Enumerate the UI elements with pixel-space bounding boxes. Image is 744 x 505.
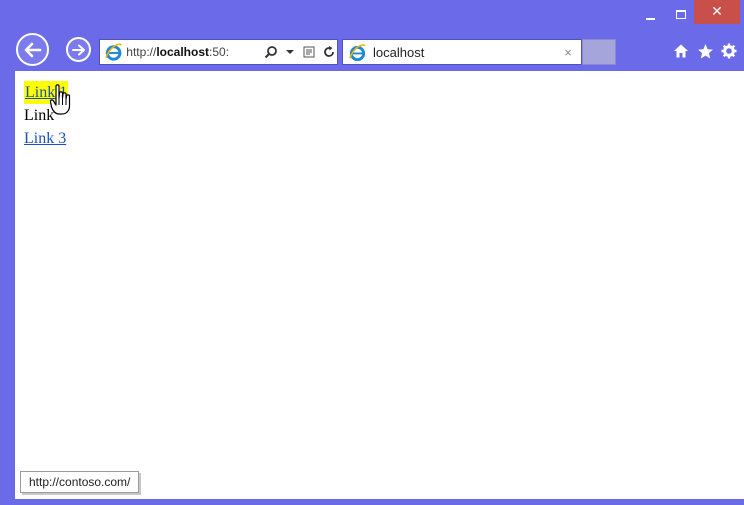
browser-window: ✕ http://localhost:50: localhost × Link …	[0, 0, 744, 505]
minimize-button[interactable]	[636, 0, 664, 28]
status-bar-url: http://contoso.com/	[20, 471, 140, 493]
hand-cursor-icon	[50, 84, 71, 115]
url-scheme: http://	[126, 45, 157, 59]
close-icon: ✕	[711, 4, 723, 20]
back-arrow-icon	[24, 42, 41, 57]
new-tab-button[interactable]	[582, 39, 616, 65]
tab-close-icon[interactable]: ×	[559, 45, 577, 60]
refresh-icon[interactable]	[321, 42, 337, 62]
address-bar[interactable]: http://localhost:50:	[99, 39, 338, 65]
compatibility-view-icon[interactable]	[301, 42, 317, 62]
forward-arrow-icon	[71, 44, 85, 55]
address-url[interactable]: http://localhost:50:	[126, 45, 259, 59]
maximize-icon	[676, 9, 686, 19]
gear-icon[interactable]	[718, 40, 740, 62]
minimize-icon	[645, 18, 655, 20]
search-icon[interactable]	[262, 42, 278, 62]
favorites-star-icon[interactable]	[694, 40, 716, 62]
forward-button[interactable]	[66, 37, 91, 62]
ie-logo-icon	[349, 43, 366, 61]
home-icon[interactable]	[670, 40, 692, 62]
dropdown-icon[interactable]	[282, 42, 298, 62]
tab-localhost[interactable]: localhost ×	[342, 39, 582, 65]
url-port: :50:	[209, 45, 230, 59]
link-3[interactable]: Link 3	[24, 127, 66, 150]
close-button[interactable]: ✕	[694, 0, 740, 24]
url-host: localhost	[156, 45, 210, 59]
ie-logo-icon	[105, 43, 123, 61]
tab-title: localhost	[373, 44, 425, 60]
maximize-button[interactable]	[667, 0, 695, 28]
page-viewport: Link 1 Link Link 3	[15, 71, 744, 499]
back-button[interactable]	[16, 33, 49, 66]
